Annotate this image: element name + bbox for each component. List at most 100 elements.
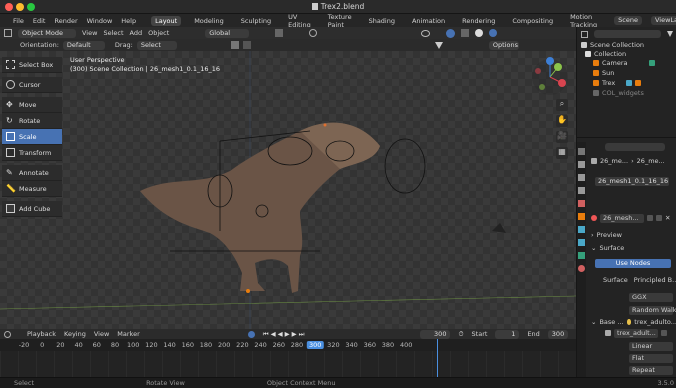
menu-select[interactable]: Select [103,29,123,37]
navigation-gizmo[interactable] [528,57,572,97]
menu-marker[interactable]: Marker [117,330,139,338]
playhead-line[interactable] [437,339,438,377]
copy-material-icon[interactable] [656,215,662,221]
3d-viewport[interactable]: User Perspective (300) Scene Collection … [0,51,576,329]
keyframe-dot-icon[interactable] [247,330,255,338]
editor-type-icon[interactable] [4,29,12,37]
view-layer-tab-icon[interactable] [578,187,585,194]
xray-icon[interactable] [461,29,470,37]
tab-rendering[interactable]: Rendering [458,16,499,26]
view-layer-selector[interactable]: ViewLayer [650,16,676,25]
tab-compositing[interactable]: Compositing [508,16,557,26]
tool-tab-icon[interactable] [578,148,585,155]
tool-transform[interactable]: Transform [2,145,62,161]
unlink-material-icon[interactable]: ✕ [665,214,670,222]
gizmo-z-axis[interactable] [546,57,554,65]
trex-model[interactable] [140,122,380,293]
outliner-search-field[interactable] [594,30,661,38]
menu-edit[interactable]: Edit [33,17,46,25]
properties-search[interactable] [577,142,676,152]
menu-file[interactable]: File [13,17,24,25]
object-tab-icon[interactable] [578,213,585,220]
tab-modeling[interactable]: Modeling [190,16,228,26]
physics-tab-icon[interactable] [578,239,585,246]
tab-sculpting[interactable]: Sculpting [237,16,275,26]
outliner-camera[interactable]: Camera [577,58,676,68]
timeline-editor-icon[interactable] [4,330,11,338]
mode-dropdown[interactable]: Object Mode [18,28,76,38]
scene-selector[interactable]: Scene [614,16,642,25]
snap-target-icon[interactable] [242,41,251,49]
fake-user-icon[interactable] [647,215,653,221]
material-tab-icon[interactable] [578,265,585,272]
menu-render[interactable]: Render [54,17,77,25]
tool-select-box[interactable]: Select Box [2,57,62,73]
surface-shader-field[interactable]: Principled B... [634,276,676,284]
texture-user-icon[interactable] [661,330,667,336]
shading-solid-icon[interactable] [475,29,484,37]
tool-rotate[interactable]: ↻ Rotate [2,113,62,129]
end-frame-field[interactable]: 300 [547,329,568,339]
tab-layout[interactable]: Layout [151,15,182,26]
proportional-edit-icon[interactable] [309,29,318,37]
properties-search-field[interactable] [605,143,665,151]
modifier-tab-icon[interactable] [578,226,585,233]
start-frame-field[interactable]: 1 [495,329,520,339]
subsurface-method-dropdown[interactable]: Random Walk [629,305,676,315]
tool-add-cube[interactable]: Add Cube [2,201,62,217]
transform-orientation-dropdown[interactable]: Global [205,28,250,38]
object-name-field[interactable]: 26_mesh1_0.1_16_16 [595,176,669,186]
filter-icon[interactable] [434,41,443,49]
options-dropdown[interactable]: Options [488,40,519,50]
menu-help[interactable]: Help [121,17,136,25]
camera-view-icon[interactable]: 🎥 [556,131,568,143]
ortho-toggle-icon[interactable]: ▦ [556,147,568,159]
orientation-dropdown[interactable]: Default [62,40,105,50]
menu-view[interactable]: View [82,29,97,37]
tool-measure[interactable]: 📏 Measure [2,181,62,197]
visibility-icon[interactable] [421,29,431,37]
material-slot-field[interactable]: 26_mesh... [600,213,644,223]
zoom-icon[interactable]: ⌕ [556,99,568,111]
render-tab-icon[interactable] [578,161,585,168]
menu-object[interactable]: Object [148,29,169,37]
interpolation-dropdown[interactable]: Linear [629,341,673,351]
preview-section[interactable]: › Preview [577,230,676,240]
output-tab-icon[interactable] [578,174,585,181]
menu-playback[interactable]: Playback [27,330,56,338]
texture-image-field[interactable]: trex_adult... [614,328,658,338]
extension-dropdown[interactable]: Repeat [629,365,673,375]
projection-dropdown[interactable]: Flat [629,353,673,363]
tab-animation[interactable]: Animation [408,16,449,26]
current-frame-field[interactable]: 300 [420,329,451,339]
frame-ruler[interactable]: -20 0 20 40 60 80 100 120 140 160 180 200 220 240 260 2… [0,339,576,351]
outliner-sun[interactable]: Sun [577,68,676,78]
surface-section[interactable]: ⌄ Surface [577,243,676,253]
menu-timeline-view[interactable]: View [94,330,109,338]
pivot-icon[interactable] [230,41,239,49]
snap-icon[interactable] [275,29,284,37]
outliner-editor-icon[interactable] [581,30,588,38]
scene-tab-icon[interactable] [578,200,585,207]
tool-annotate[interactable]: ✎ Annotate [2,165,62,181]
object-origin[interactable] [246,289,250,293]
tool-cursor[interactable]: Cursor [2,77,62,93]
menu-window[interactable]: Window [87,17,113,25]
overlays-icon[interactable] [446,28,456,38]
playback-controls[interactable]: ⏮◀◀▶▶⏭ [263,330,307,339]
shading-material-icon[interactable] [489,29,498,37]
tab-shading[interactable]: Shading [365,16,399,26]
gizmo-x-axis[interactable] [558,79,566,87]
tool-move[interactable]: ✥ Move [2,97,62,113]
tool-scale[interactable]: Scale [2,129,62,145]
data-tab-icon[interactable] [578,252,585,259]
drag-dropdown[interactable]: Select Box [136,40,177,58]
timeline-track-area[interactable] [0,351,576,377]
outliner-trex[interactable]: Trex [577,78,676,88]
menu-keying[interactable]: Keying [64,330,86,338]
outliner-col-widgets[interactable]: COL_widgets [577,88,676,98]
pan-icon[interactable]: ✋ [556,115,568,127]
gizmo-y-axis[interactable] [554,63,562,71]
distribution-dropdown[interactable]: GGX [629,292,673,302]
use-nodes-button[interactable]: Use Nodes [595,258,671,268]
